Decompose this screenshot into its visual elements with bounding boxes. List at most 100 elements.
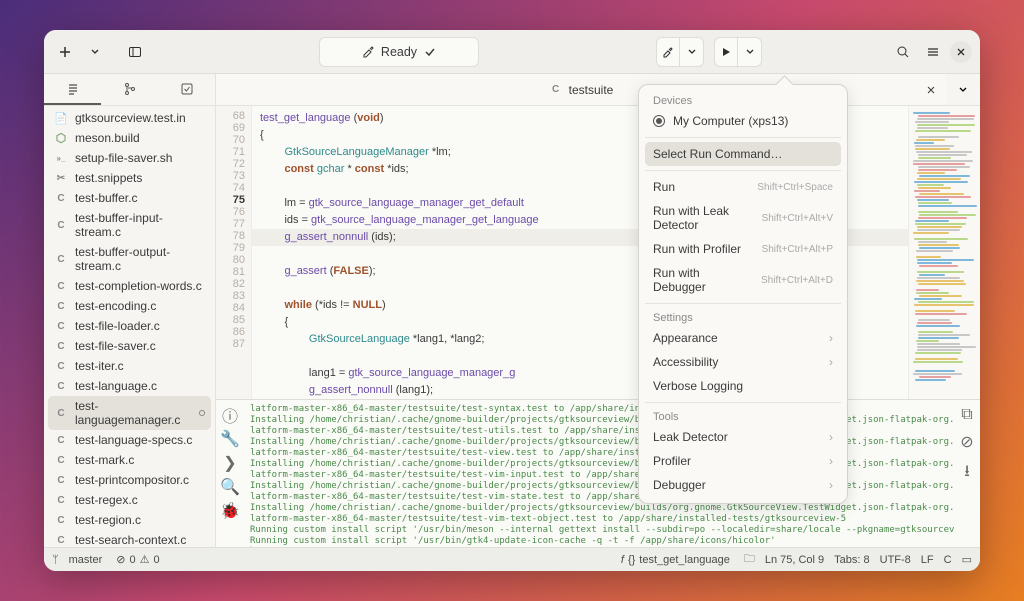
file-icon bbox=[54, 379, 68, 393]
leak-detector-item[interactable]: Leak Detector› bbox=[645, 425, 841, 449]
file-name: test-buffer.c bbox=[75, 191, 137, 205]
tab-menu-button[interactable] bbox=[950, 77, 976, 103]
build-status[interactable]: Ready bbox=[319, 37, 479, 67]
file-item[interactable]: test-buffer-output-stream.c bbox=[44, 242, 215, 276]
file-icon bbox=[54, 453, 68, 467]
file-item[interactable]: test-region.c bbox=[44, 510, 215, 530]
verbose-logging-item[interactable]: Verbose Logging bbox=[645, 374, 841, 398]
file-icon bbox=[54, 299, 68, 313]
run-debugger-action[interactable]: Run with DebuggerShift+Ctrl+Alt+D bbox=[645, 261, 841, 299]
line-ending[interactable]: LF bbox=[921, 554, 934, 566]
run-profiler-action[interactable]: Run with ProfilerShift+Ctrl+Alt+P bbox=[645, 237, 841, 261]
file-icon bbox=[54, 493, 68, 507]
file-name: test-iter.c bbox=[75, 359, 124, 373]
file-item[interactable]: test-completion-words.c bbox=[44, 276, 215, 296]
term-info-icon[interactable]: ⓘ bbox=[221, 406, 239, 424]
file-icon bbox=[54, 319, 68, 333]
file-item[interactable]: test-buffer.c bbox=[44, 188, 215, 208]
code-editor[interactable]: 6869707172737475767778798081828384858687… bbox=[216, 106, 980, 399]
tab-label: testsuite bbox=[569, 83, 614, 97]
folder-icon[interactable]: 🗀 bbox=[744, 550, 755, 569]
term-bug-icon[interactable]: 🐞 bbox=[221, 502, 239, 520]
file-icon bbox=[54, 171, 68, 185]
debugger-item[interactable]: Debugger› bbox=[645, 473, 841, 497]
file-item[interactable]: test-printcompositor.c bbox=[44, 470, 215, 490]
file-name: test-file-loader.c bbox=[75, 319, 160, 333]
file-item[interactable]: test-file-loader.c bbox=[44, 316, 215, 336]
titlebar: Ready bbox=[44, 30, 980, 74]
run-menu-button[interactable] bbox=[738, 37, 762, 67]
new-button[interactable] bbox=[52, 39, 78, 65]
file-icon bbox=[54, 359, 68, 373]
search-button[interactable] bbox=[890, 39, 916, 65]
file-item[interactable]: meson.build bbox=[44, 128, 215, 148]
sidebar-tab-vcs[interactable] bbox=[101, 74, 158, 105]
term-clear-button[interactable]: ⊘ bbox=[960, 432, 973, 452]
select-run-command[interactable]: Select Run Command… bbox=[645, 142, 841, 166]
file-icon bbox=[54, 218, 68, 232]
build-status-text: Ready bbox=[381, 45, 417, 59]
file-icon bbox=[54, 433, 68, 447]
file-item[interactable]: test-mark.c bbox=[44, 450, 215, 470]
accessibility-item[interactable]: Accessibility› bbox=[645, 350, 841, 374]
file-item[interactable]: test-encoding.c bbox=[44, 296, 215, 316]
sidebar: gtksourceview.test.in meson.build setup-fi… bbox=[44, 74, 216, 547]
file-icon bbox=[54, 339, 68, 353]
file-item[interactable]: test.snippets bbox=[44, 168, 215, 188]
encoding[interactable]: UTF-8 bbox=[880, 554, 911, 566]
close-button[interactable] bbox=[950, 41, 972, 63]
run-button[interactable] bbox=[714, 37, 738, 67]
file-item[interactable]: gtksourceview.test.in bbox=[44, 108, 215, 128]
appearance-item[interactable]: Appearance› bbox=[645, 326, 841, 350]
file-tree[interactable]: gtksourceview.test.in meson.build setup-fi… bbox=[44, 106, 215, 547]
menu-button[interactable] bbox=[920, 39, 946, 65]
run-action[interactable]: RunShift+Ctrl+Space bbox=[645, 175, 841, 199]
file-name: test-completion-words.c bbox=[75, 279, 202, 293]
run-leak-action[interactable]: Run with Leak DetectorShift+Ctrl+Alt+V bbox=[645, 199, 841, 237]
file-name: test-printcompositor.c bbox=[75, 473, 189, 487]
file-name: test-encoding.c bbox=[75, 299, 156, 313]
term-copy-button[interactable]: ⧉ bbox=[961, 406, 972, 424]
term-search-icon[interactable]: 🔍 bbox=[221, 478, 239, 496]
file-icon bbox=[54, 151, 68, 165]
tab-width[interactable]: Tabs: 8 bbox=[834, 554, 869, 566]
check-icon bbox=[423, 45, 437, 59]
file-icon bbox=[54, 191, 68, 205]
term-save-button[interactable]: ⭳ bbox=[964, 460, 970, 487]
run-popover: Devices My Computer (xps13) Select Run C… bbox=[638, 84, 848, 504]
symbol-indicator[interactable]: f{} test_get_language bbox=[617, 554, 734, 566]
file-name: test-search-context.c bbox=[75, 533, 186, 547]
file-item[interactable]: test-file-saver.c bbox=[44, 336, 215, 356]
profiler-item[interactable]: Profiler› bbox=[645, 449, 841, 473]
file-name: test-buffer-output-stream.c bbox=[75, 245, 205, 273]
sidebar-toggle-button[interactable] bbox=[122, 39, 148, 65]
file-name: setup-file-saver.sh bbox=[75, 151, 172, 165]
file-item[interactable]: test-buffer-input-stream.c bbox=[44, 208, 215, 242]
build-menu-button[interactable] bbox=[680, 37, 704, 67]
file-item[interactable]: test-regex.c bbox=[44, 490, 215, 510]
file-item[interactable]: test-language.c bbox=[44, 376, 215, 396]
file-item[interactable]: test-iter.c bbox=[44, 356, 215, 376]
file-name: gtksourceview.test.in bbox=[75, 111, 186, 125]
file-item[interactable]: test-language-specs.c bbox=[44, 430, 215, 450]
file-item[interactable]: test-search-context.c bbox=[44, 530, 215, 547]
cursor-position[interactable]: Ln 75, Col 9 bbox=[765, 554, 824, 566]
sidebar-tab-todo[interactable] bbox=[158, 74, 215, 105]
file-name: test-region.c bbox=[75, 513, 141, 527]
file-icon bbox=[54, 406, 68, 420]
language[interactable]: C bbox=[944, 554, 952, 566]
file-item[interactable]: test-languagemanager.c bbox=[48, 396, 211, 430]
file-item[interactable]: setup-file-saver.sh bbox=[44, 148, 215, 168]
term-wrench-icon[interactable]: 🔧 bbox=[221, 430, 239, 448]
term-prompt-icon[interactable]: ❯ bbox=[221, 454, 239, 472]
sidebar-tab-files[interactable] bbox=[44, 74, 101, 105]
tab-close-button[interactable] bbox=[922, 81, 940, 99]
minimap[interactable] bbox=[908, 106, 980, 399]
file-name: test-file-saver.c bbox=[75, 339, 156, 353]
panel-toggle-icon[interactable]: ▭ bbox=[962, 553, 972, 566]
new-menu-button[interactable] bbox=[82, 39, 108, 65]
build-button[interactable] bbox=[656, 37, 680, 67]
device-option[interactable]: My Computer (xps13) bbox=[645, 109, 841, 133]
diagnostics[interactable]: ⊘0 ⚠0 bbox=[112, 553, 163, 566]
vcs-branch[interactable]: master bbox=[69, 554, 103, 566]
